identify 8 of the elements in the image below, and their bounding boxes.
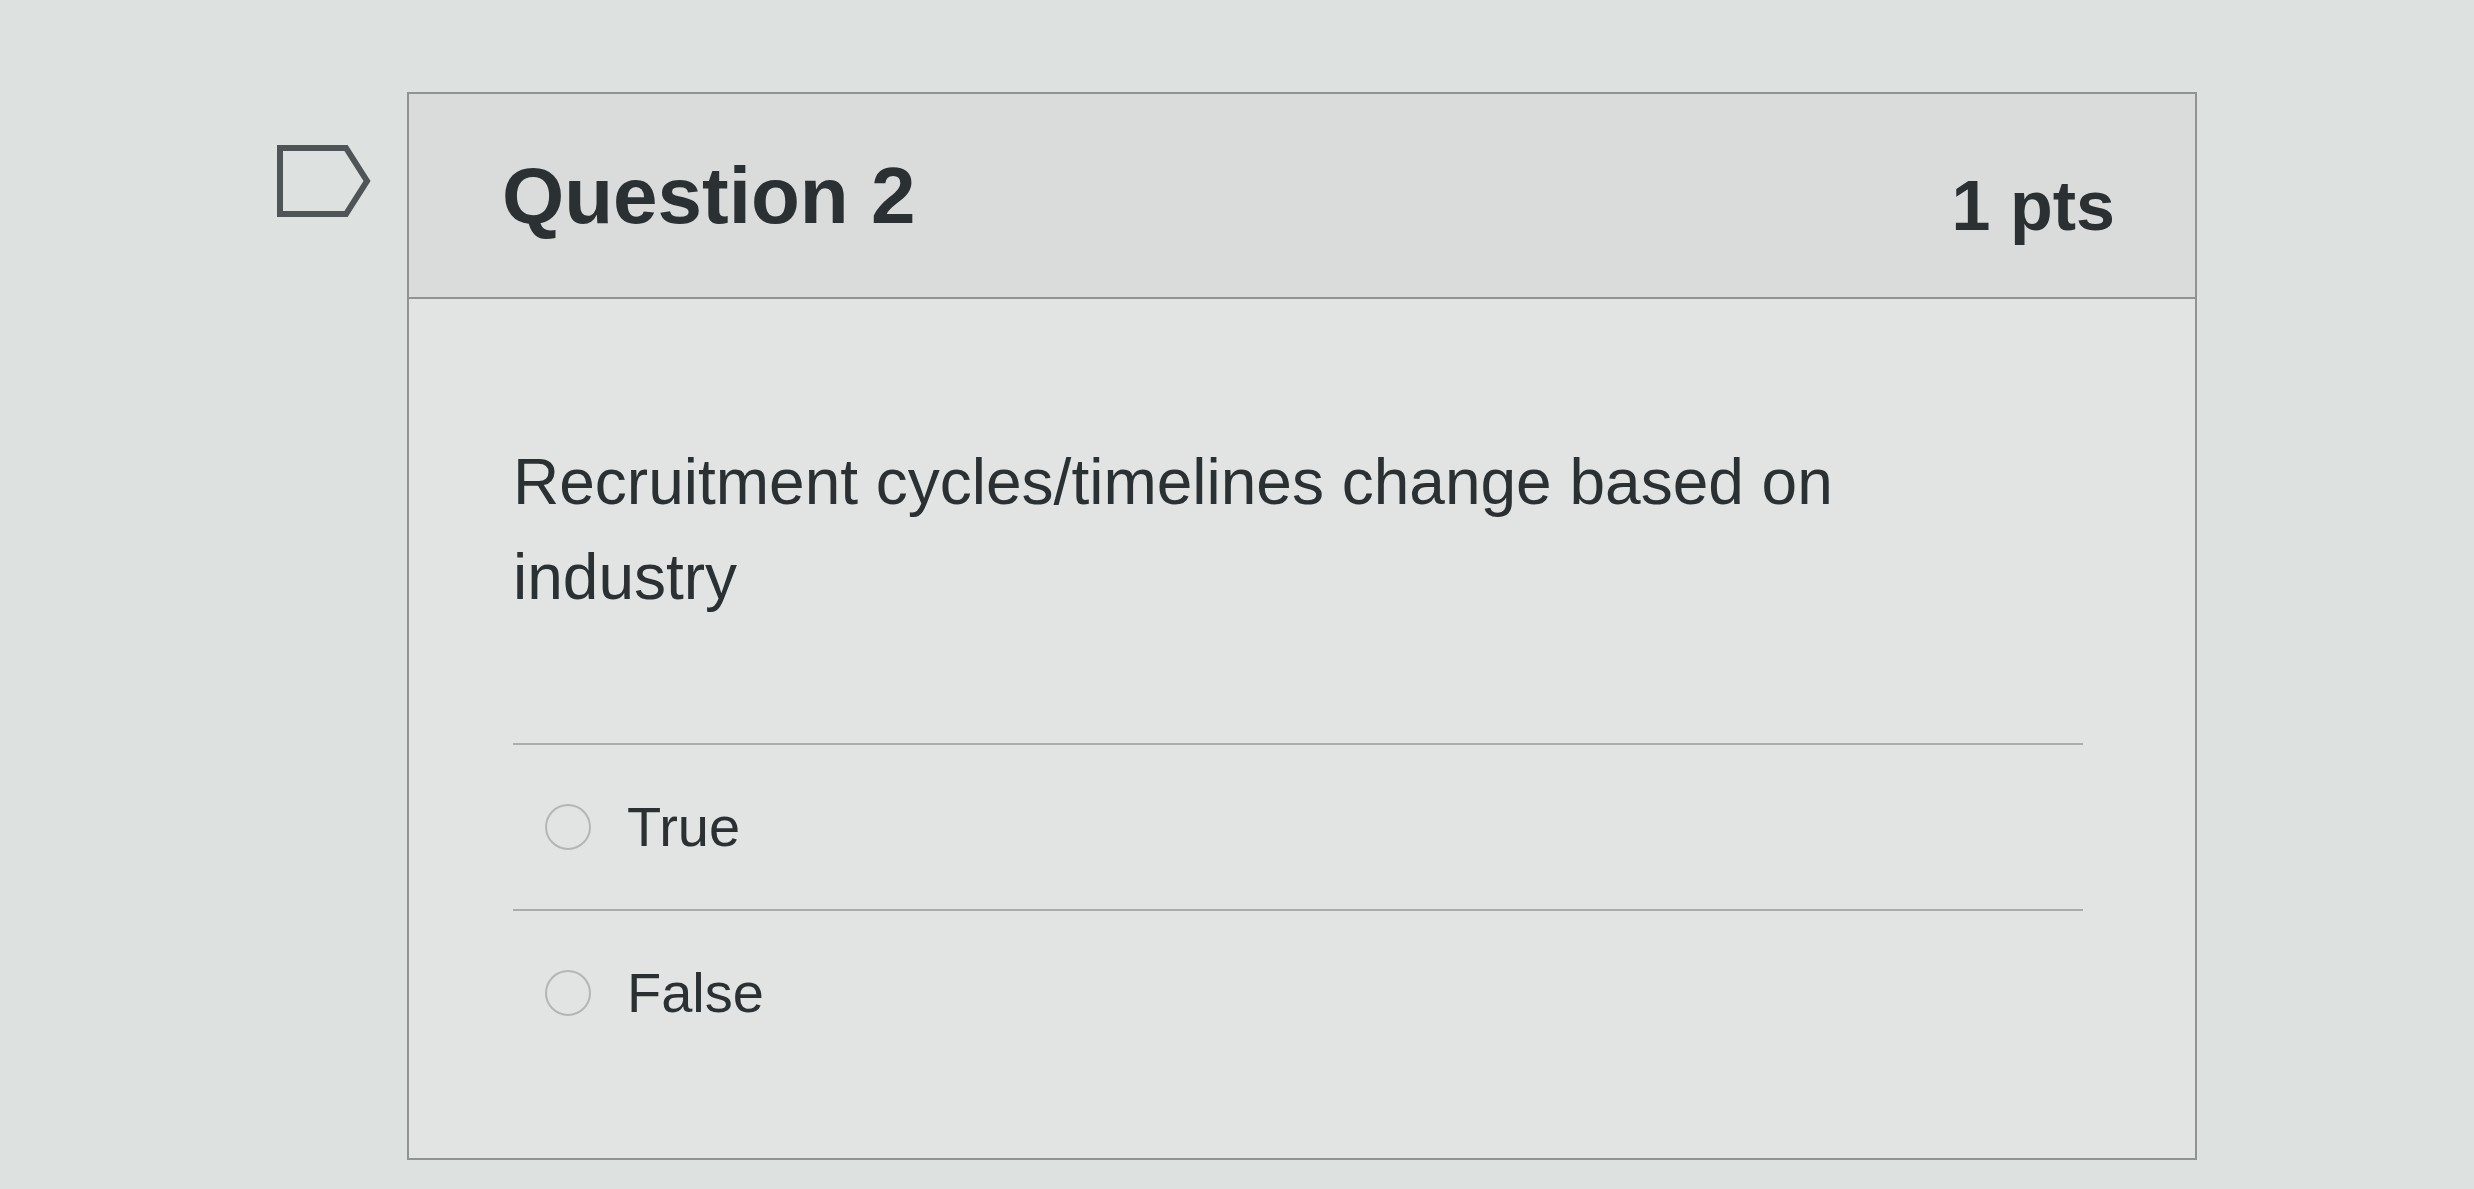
radio-button[interactable] xyxy=(545,970,591,1016)
answer-label: False xyxy=(627,960,764,1027)
question-text: Recruitment cycles/timelines change based on industry xyxy=(513,445,1834,615)
question-points: 1 pts xyxy=(1951,165,2115,246)
answer-label: True xyxy=(627,794,741,861)
radio-button[interactable] xyxy=(545,804,591,850)
flag-icon[interactable] xyxy=(276,144,371,218)
question-title: Question 2 xyxy=(502,149,916,242)
